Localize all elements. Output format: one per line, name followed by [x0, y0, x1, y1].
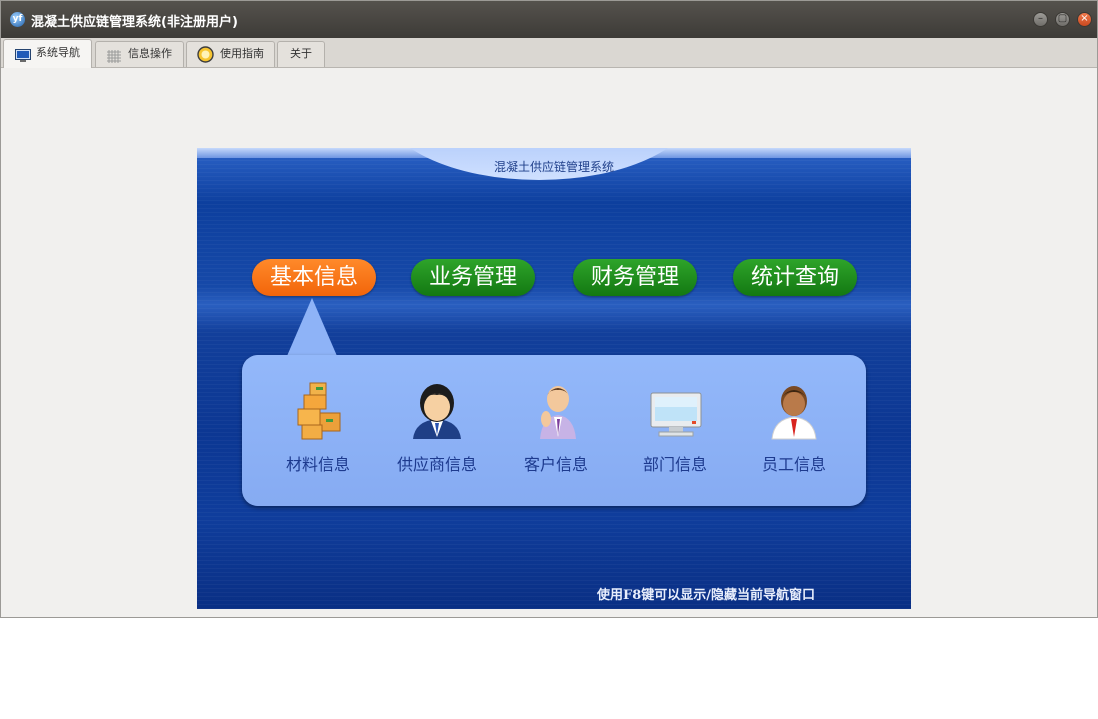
- help-icon: [197, 46, 214, 72]
- maximize-button[interactable]: ▢: [1055, 12, 1070, 27]
- close-button[interactable]: ×: [1077, 12, 1092, 27]
- tab-user-guide[interactable]: 使用指南: [186, 41, 275, 67]
- supplier-info-item[interactable]: 供应商信息: [382, 375, 492, 475]
- tab-bar: 系统导航 信息操作 使用指南 关于: [1, 38, 1097, 68]
- boxes-icon: [290, 381, 346, 441]
- customer-info-item[interactable]: 客户信息: [501, 375, 611, 475]
- window-title: 混凝土供应链管理系统(非注册用户): [31, 15, 238, 30]
- nav-header-title: 混凝土供应链管理系统: [493, 160, 614, 174]
- title-bar[interactable]: yf 混凝土供应链管理系统(非注册用户) – ▢ ×: [1, 1, 1097, 38]
- sub-item-label: 员工信息: [761, 455, 826, 474]
- sub-item-label: 客户信息: [523, 455, 588, 474]
- f8-hint-text: 使用F8键可以显示/隐藏当前导航窗口: [597, 588, 816, 603]
- material-info-item[interactable]: 材料信息: [263, 375, 373, 475]
- category-finance-button[interactable]: 财务管理: [573, 259, 697, 296]
- minimize-button[interactable]: –: [1033, 12, 1048, 27]
- tab-label: 系统导航: [36, 46, 80, 59]
- employee-person-icon: [766, 381, 822, 441]
- monitor-icon: [15, 46, 31, 72]
- computer-monitor-icon: [647, 381, 703, 441]
- employee-info-item[interactable]: 员工信息: [739, 375, 849, 475]
- sub-item-label: 部门信息: [642, 455, 707, 474]
- sub-item-label: 材料信息: [285, 455, 350, 474]
- app-logo-icon: yf: [10, 12, 25, 27]
- tab-about[interactable]: 关于: [277, 41, 325, 67]
- department-info-item[interactable]: 部门信息: [620, 375, 730, 475]
- navigation-panel: 混凝土供应链管理系统 基本信息 业务管理 财务管理 统计查询 材料信息 供应商信…: [197, 148, 911, 609]
- tab-info-ops[interactable]: 信息操作: [95, 41, 184, 67]
- sub-item-label: 供应商信息: [396, 455, 477, 474]
- category-business-button[interactable]: 业务管理: [411, 259, 535, 296]
- category-basic-info-button[interactable]: 基本信息: [252, 259, 376, 296]
- customer-person-icon: [528, 381, 584, 441]
- tab-system-nav[interactable]: 系统导航: [3, 39, 92, 68]
- submenu-panel: 材料信息 供应商信息 客户信息 部门信息 员工信息: [242, 355, 866, 506]
- app-window: yf 混凝土供应链管理系统(非注册用户) – ▢ × 系统导航 信息操作 使用指…: [0, 0, 1098, 618]
- tab-label: 使用指南: [220, 47, 264, 60]
- submenu-pointer: [287, 298, 337, 356]
- tab-label: 信息操作: [128, 47, 172, 60]
- tab-label: 关于: [290, 47, 312, 60]
- supplier-person-icon: [409, 381, 465, 441]
- category-statistics-button[interactable]: 统计查询: [733, 259, 857, 296]
- grid-icon: [107, 48, 121, 72]
